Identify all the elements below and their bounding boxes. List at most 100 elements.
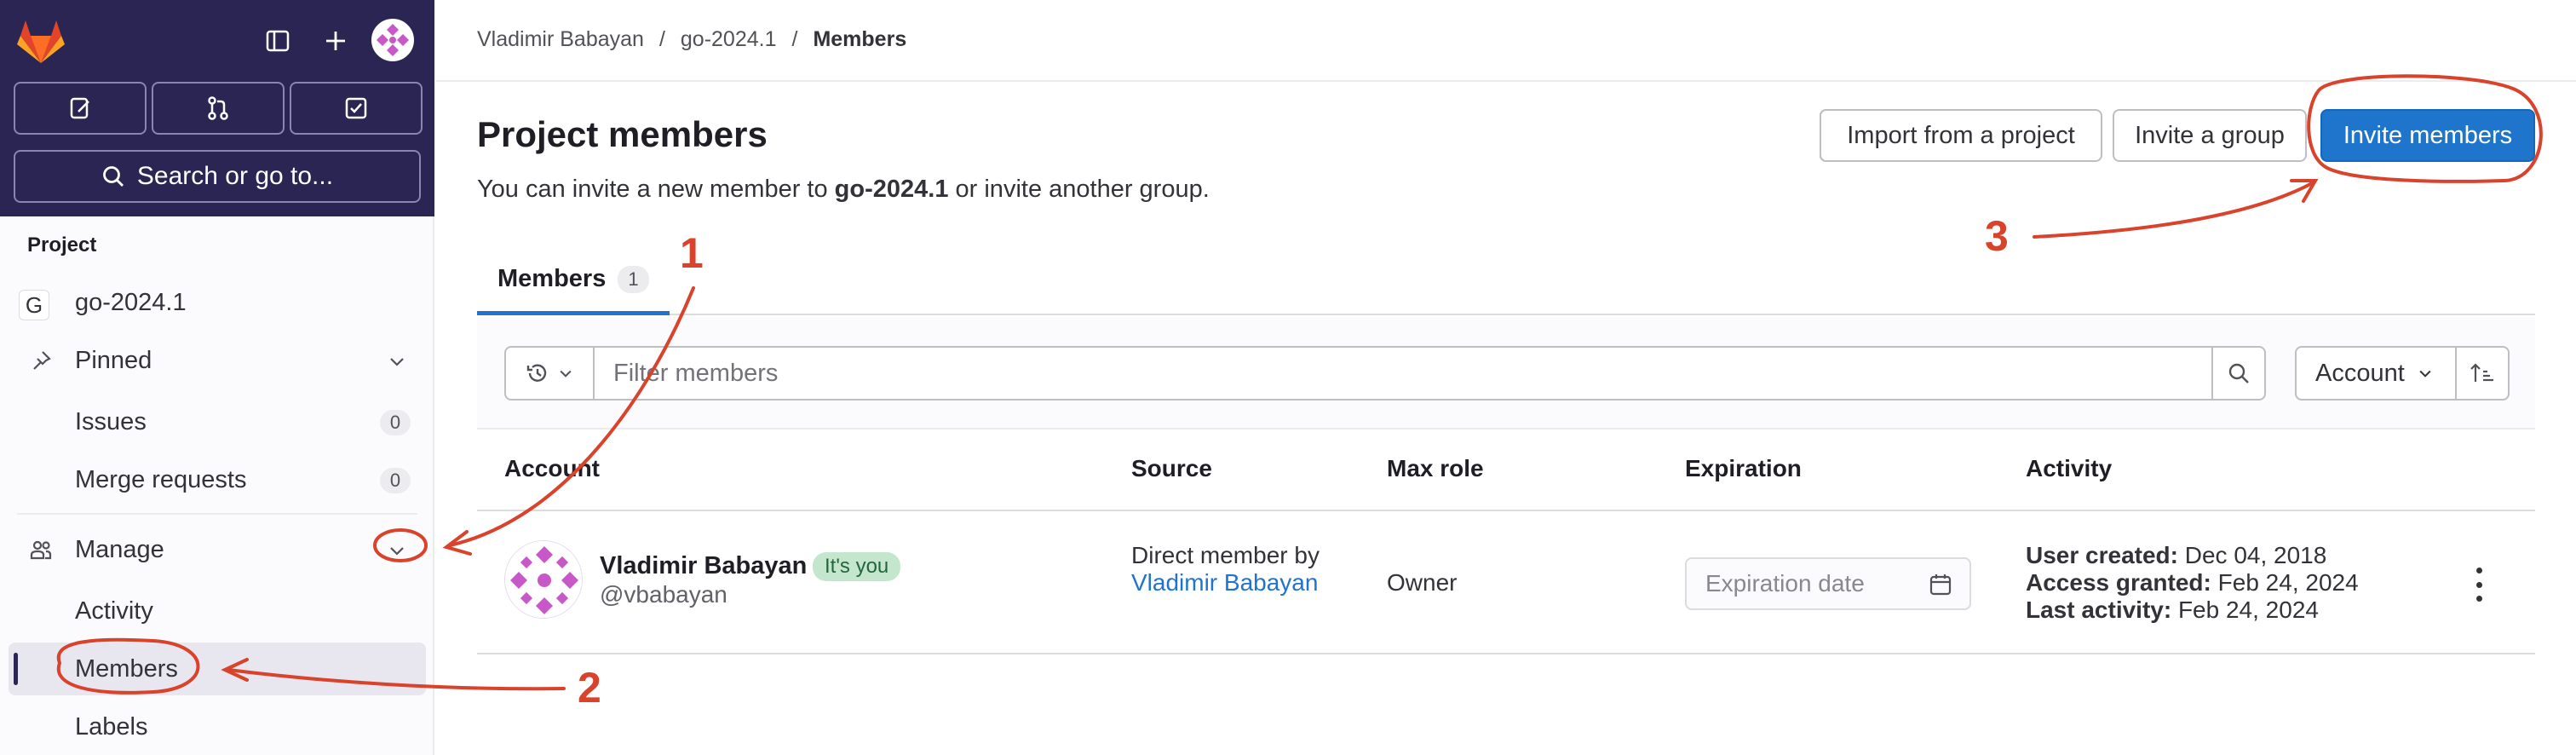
sidebar-toggle-icon[interactable] bbox=[256, 19, 300, 63]
annotation-arrow-3-head bbox=[2290, 179, 2319, 203]
chevron-down-icon[interactable] bbox=[387, 540, 407, 561]
breadcrumb-item[interactable]: Vladimir Babayan bbox=[477, 27, 644, 52]
column-header-expiration: Expiration bbox=[1685, 455, 1802, 481]
count-badge: 0 bbox=[380, 468, 411, 493]
table-header-divider bbox=[477, 510, 2535, 511]
user-created-label: User created: bbox=[2026, 542, 2178, 568]
users-icon bbox=[27, 536, 55, 563]
section-title: Project bbox=[27, 233, 97, 256]
tab-count-badge: 1 bbox=[618, 265, 649, 293]
breadcrumb-separator: / bbox=[791, 27, 798, 51]
member-source: Direct member by Vladimir Babayan bbox=[1131, 542, 1336, 597]
recent-searches-button[interactable] bbox=[504, 346, 595, 401]
sidebar-item-pinned[interactable]: Pinned bbox=[9, 334, 426, 387]
project-avatar: G bbox=[19, 290, 49, 320]
pin-icon bbox=[27, 347, 55, 374]
description-prefix: You can invite a new member to bbox=[477, 176, 835, 203]
member-avatar[interactable] bbox=[504, 540, 583, 619]
sidebar-project-link[interactable]: G go-2024.1 bbox=[9, 276, 426, 329]
annotation-number-1: 1 bbox=[680, 229, 704, 277]
tab-label: Members bbox=[497, 265, 607, 292]
sidebar-item-label: Activity bbox=[75, 597, 153, 625]
expiration-placeholder: Expiration date bbox=[1705, 570, 1865, 597]
its-you-badge: It's you bbox=[813, 552, 901, 581]
todo-shortcut-button[interactable] bbox=[290, 82, 423, 135]
column-header-source: Source bbox=[1131, 455, 1212, 481]
issues-shortcut-button[interactable] bbox=[14, 82, 147, 135]
page-title: Project members bbox=[477, 114, 768, 154]
header-divider bbox=[436, 80, 2576, 82]
invite-members-button[interactable]: Invite members bbox=[2320, 109, 2535, 162]
sort-direction-button[interactable] bbox=[2455, 346, 2510, 401]
sidebar-item-label: Labels bbox=[75, 712, 148, 741]
history-icon bbox=[526, 364, 547, 382]
column-header-activity: Activity bbox=[2026, 455, 2113, 481]
page-description: You can invite a new member to go-2024.1… bbox=[477, 176, 1210, 204]
tabs: Members 1 bbox=[477, 247, 2535, 315]
search-icon bbox=[103, 166, 124, 187]
sort-ascending-icon bbox=[2470, 363, 2493, 382]
search-button[interactable]: Search or go to... bbox=[14, 150, 421, 203]
access-granted-value: Feb 24, 2024 bbox=[2217, 569, 2359, 596]
project-name: go-2024.1 bbox=[75, 288, 187, 316]
user-created-value: Dec 04, 2018 bbox=[2184, 542, 2327, 568]
sidebar: Search or go to... Project G go-2024.1 P… bbox=[0, 0, 434, 755]
invite-group-button[interactable]: Invite a group bbox=[2113, 109, 2307, 162]
filter-search-button[interactable] bbox=[2211, 346, 2266, 401]
sidebar-item-members[interactable]: Members bbox=[9, 643, 426, 695]
issues-icon bbox=[70, 97, 89, 119]
annotation-arrow-1-head bbox=[442, 530, 472, 556]
sidebar-item-manage[interactable]: Manage bbox=[9, 523, 426, 576]
breadcrumb-separator: / bbox=[658, 27, 665, 51]
member-username: @vbabayan bbox=[600, 581, 727, 608]
sidebar-item-label: Pinned bbox=[75, 346, 152, 374]
chevron-down-icon bbox=[560, 370, 572, 378]
count-badge: 0 bbox=[380, 410, 411, 435]
chevron-down-icon bbox=[2419, 370, 2431, 378]
sidebar-divider bbox=[17, 513, 417, 515]
sidebar-item-merge-requests[interactable]: Merge requests 0 bbox=[9, 453, 426, 506]
breadcrumb-item[interactable]: go-2024.1 bbox=[681, 27, 777, 52]
column-header-account[interactable]: Account bbox=[504, 455, 600, 482]
sidebar-item-issues[interactable]: Issues 0 bbox=[9, 395, 426, 448]
sidebar-item-labels[interactable]: Labels bbox=[9, 700, 426, 753]
gitlab-logo-icon[interactable] bbox=[15, 17, 66, 65]
annotation-number-3: 3 bbox=[1985, 212, 2009, 260]
source-prefix: Direct member by bbox=[1131, 542, 1320, 568]
breadcrumb: Vladimir Babayan / go-2024.1 / Members bbox=[477, 27, 906, 52]
filter-members-input[interactable]: Filter members bbox=[593, 346, 2215, 401]
table-row-divider bbox=[477, 653, 2535, 654]
plus-icon[interactable] bbox=[313, 19, 358, 63]
sidebar-item-label: Manage bbox=[75, 535, 164, 563]
annotation-arrow-3 bbox=[2033, 181, 2315, 239]
todo-icon bbox=[345, 97, 367, 119]
member-max-role: Owner bbox=[1387, 569, 1458, 596]
merge-request-icon bbox=[208, 96, 228, 120]
search-label: Search or go to... bbox=[136, 162, 334, 190]
sort-select[interactable]: Account bbox=[2295, 346, 2457, 401]
more-actions-icon[interactable] bbox=[2467, 568, 2491, 602]
last-activity-value: Feb 24, 2024 bbox=[2177, 597, 2319, 623]
merge-requests-shortcut-button[interactable] bbox=[152, 82, 285, 135]
filter-bar: Filter members Account bbox=[477, 317, 2535, 429]
annotation-number-2: 2 bbox=[578, 664, 601, 712]
source-link[interactable]: Vladimir Babayan bbox=[1131, 569, 1318, 596]
sort-label: Account bbox=[2315, 359, 2405, 387]
description-project: go-2024.1 bbox=[834, 176, 949, 203]
import-from-project-button[interactable]: Import from a project bbox=[1820, 109, 2102, 162]
member-name[interactable]: Vladimir Babayan bbox=[600, 552, 807, 580]
sidebar-item-label: Members bbox=[75, 654, 178, 683]
last-activity-label: Last activity: bbox=[2026, 597, 2172, 623]
sidebar-item-activity[interactable]: Activity bbox=[9, 585, 426, 637]
sidebar-item-label: Issues bbox=[75, 407, 147, 435]
sidebar-top: Search or go to... bbox=[0, 0, 434, 216]
chevron-down-icon bbox=[390, 358, 404, 366]
access-granted-label: Access granted: bbox=[2026, 569, 2211, 596]
active-indicator bbox=[14, 653, 18, 685]
column-header-max-role: Max role bbox=[1387, 455, 1484, 481]
user-avatar[interactable] bbox=[371, 19, 414, 61]
search-icon bbox=[2228, 363, 2249, 383]
breadcrumb-current[interactable]: Members bbox=[813, 27, 906, 52]
tab-members[interactable]: Members 1 bbox=[477, 247, 670, 315]
expiration-date-input[interactable]: Expiration date bbox=[1685, 557, 1971, 610]
